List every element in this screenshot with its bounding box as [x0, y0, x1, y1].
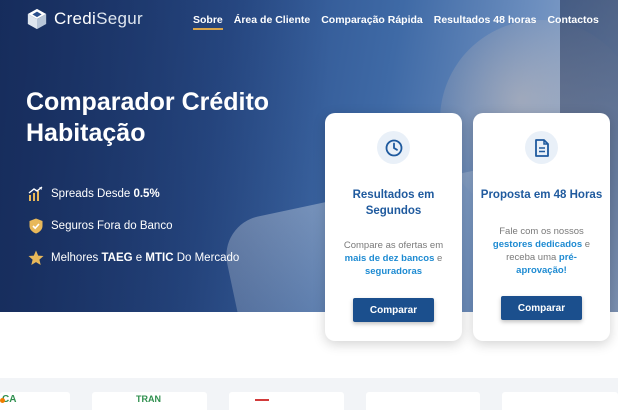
card-desc-pre: Fale com os nossos [499, 226, 584, 237]
card-desc-highlight2: seguradoras [364, 266, 423, 277]
card-desc-highlight: gestores dedicados [492, 239, 583, 250]
card-desc-mid: e [434, 253, 443, 264]
clock-icon [385, 139, 402, 156]
hero-title-line2: Habitação [26, 119, 146, 147]
card-icon-wrap [525, 131, 558, 164]
growth-chart-icon [28, 186, 43, 201]
feature-seguros-text: Seguros Fora do Banco [51, 220, 173, 232]
logo-cube-icon [27, 8, 47, 30]
partner-logo: CA [0, 392, 70, 410]
hero-title: Comparador Crédito Habitação [26, 87, 326, 149]
comparar-button[interactable]: Comparar [501, 296, 582, 320]
feature-list: Spreads Desde 0.5% Seguros Fora do Banco… [28, 178, 239, 274]
shield-check-icon [29, 218, 43, 234]
card-description: Compare as ofertas em mais de dez bancos… [333, 239, 454, 278]
card-title: Proposta em 48 Horas [480, 189, 603, 201]
page: CrediSegur Sobre Área de Cliente Compara… [0, 0, 618, 410]
card-resultados-segundos: Resultados em Segundos Compare as oferta… [325, 113, 462, 341]
card-desc-pre: Compare as ofertas em [343, 240, 444, 251]
card-icon-wrap [377, 131, 410, 164]
partner-logo [229, 392, 344, 410]
brand-name-part2: Segur [96, 9, 143, 28]
brand-logo[interactable]: CrediSegur [26, 8, 143, 30]
feature-taeg-pre: Melhores [51, 252, 102, 264]
feature-taeg-post: Do Mercado [173, 252, 240, 264]
feature-spreads-value: 0.5% [133, 188, 160, 200]
feature-spreads-text: Spreads Desde 0.5% [51, 188, 160, 200]
feature-taeg-mid: e [132, 252, 146, 264]
partner-logo: TRAN [92, 392, 207, 410]
feature-seguros: Seguros Fora do Banco [28, 210, 239, 242]
partner-logo [502, 392, 618, 410]
brand-name: CrediSegur [54, 9, 143, 29]
partner-logo-dot [0, 398, 5, 403]
partner-logo [366, 392, 480, 410]
card-description: Fale com os nossos gestores dedicados e … [481, 225, 602, 277]
feature-taeg-bold: TAEG [101, 252, 133, 264]
feature-spreads: Spreads Desde 0.5% [28, 178, 239, 210]
feature-taeg-text: Melhores TAEG e MTIC Do Mercado [51, 252, 239, 264]
hero-title-line1: Comparador Crédito [26, 88, 270, 116]
feature-mtic-bold: MTIC [145, 252, 174, 264]
document-icon [534, 138, 549, 157]
partner-logo-mark [255, 399, 269, 401]
nav-link-resultados-48-horas[interactable]: Resultados 48 horas [434, 14, 537, 26]
card-title: Resultados em Segundos [352, 189, 435, 217]
card-desc-highlight: mais de dez bancos [344, 253, 435, 264]
partner-logo-label: TRAN [136, 394, 161, 404]
feature-taeg: Melhores TAEG e MTIC Do Mercado [28, 242, 239, 274]
feature-spreads-pre: Spreads Desde [51, 188, 134, 200]
nav-link-sobre[interactable]: Sobre [193, 14, 223, 30]
partner-logos-strip: CA TRAN [0, 378, 618, 410]
nav-link-contactos[interactable]: Contactos [547, 14, 598, 26]
main-nav: Sobre Área de Cliente Comparação Rápida … [193, 14, 599, 30]
card-proposta-48-horas: Proposta em 48 Horas Fale com os nossos … [473, 113, 610, 341]
nav-link-comparacao-rapida[interactable]: Comparação Rápida [321, 14, 423, 26]
nav-link-area-cliente[interactable]: Área de Cliente [234, 14, 310, 26]
brand-name-part1: Credi [54, 9, 97, 28]
star-icon [28, 250, 44, 265]
comparar-button[interactable]: Comparar [353, 298, 434, 322]
